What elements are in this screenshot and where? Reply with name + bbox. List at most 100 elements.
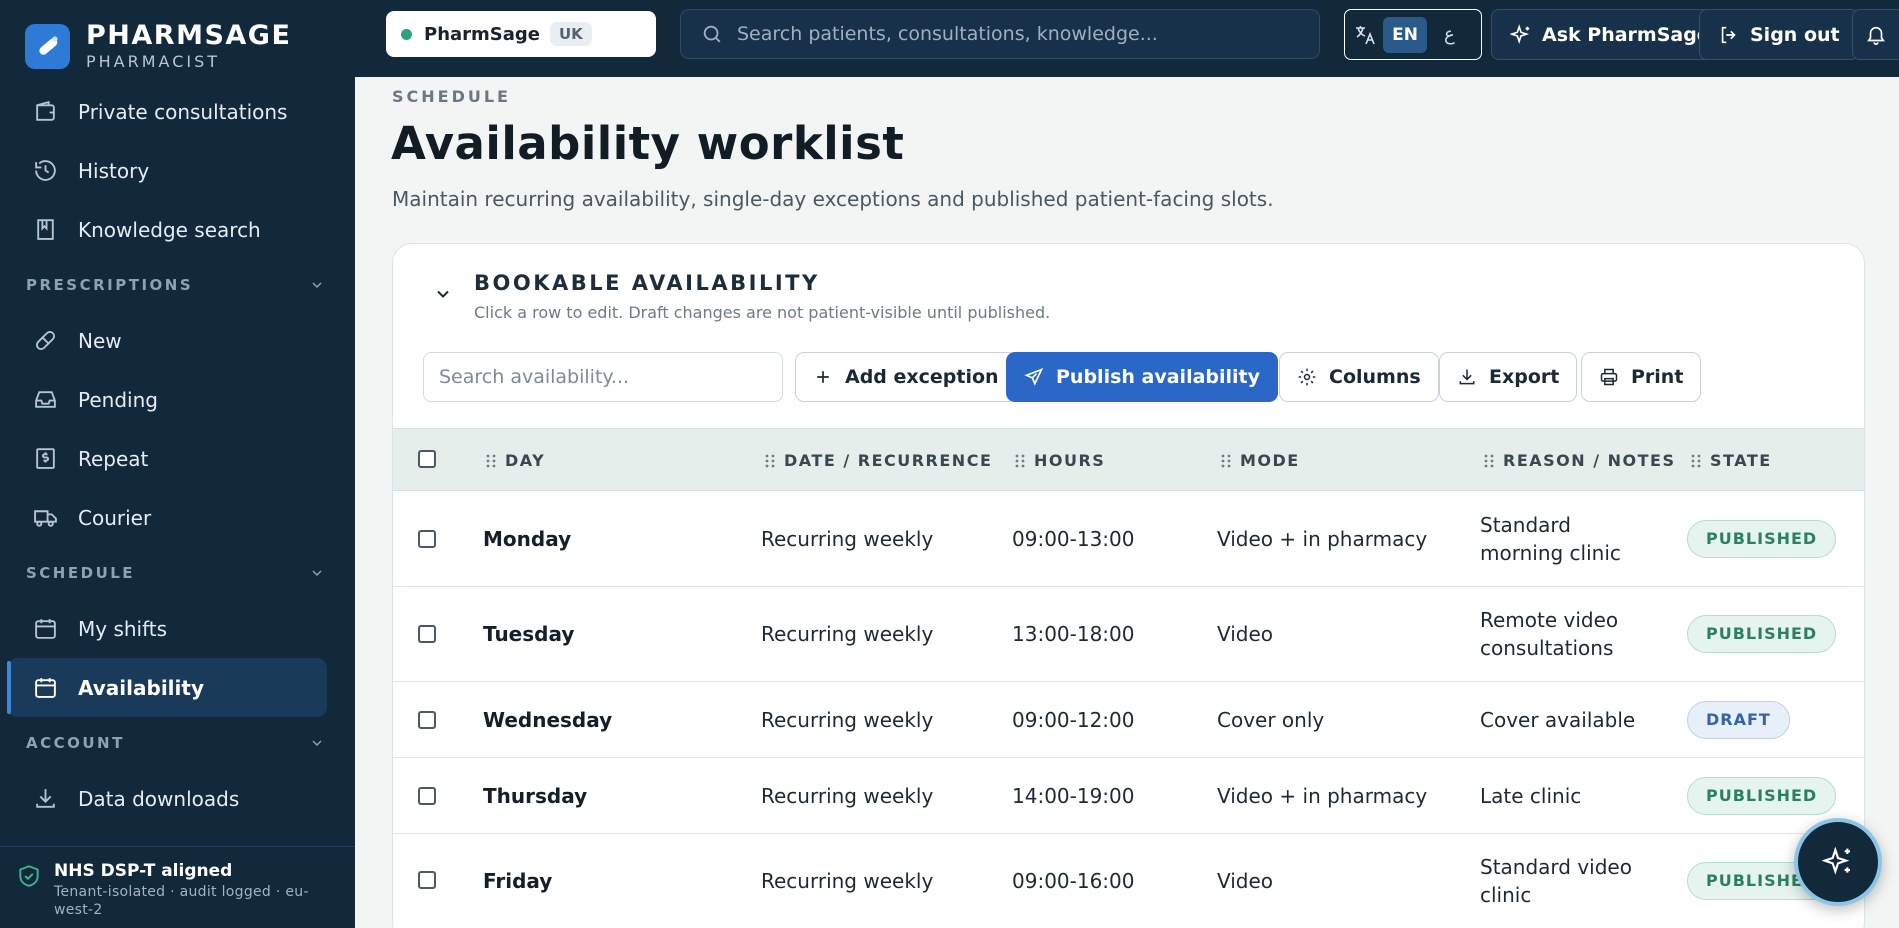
- ask-pharmsage-button[interactable]: Ask PharmSage: [1491, 9, 1729, 60]
- column-header-notes[interactable]: REASON / NOTES: [1483, 429, 1676, 492]
- cell-day: Monday: [483, 526, 572, 551]
- section-prescriptions[interactable]: PRESCRIPTIONS: [0, 259, 355, 311]
- cell-hours: 09:00-13:00: [1012, 526, 1135, 551]
- drag-handle-icon[interactable]: [764, 454, 776, 468]
- sidebar-item-courier[interactable]: Courier: [0, 488, 355, 547]
- sidebar-item-availability[interactable]: Availability: [7, 658, 327, 717]
- topbar: PharmSage UK Search patients, consultati…: [355, 0, 1899, 77]
- sidebar-item-repeat[interactable]: Repeat: [0, 429, 355, 488]
- status-badge: PUBLISHED: [1687, 776, 1837, 815]
- sidebar-item-pending[interactable]: Pending: [0, 370, 355, 429]
- column-header-mode[interactable]: MODE: [1220, 429, 1300, 492]
- sidebar-item-label: Pending: [78, 387, 158, 412]
- column-header-day[interactable]: DAY: [485, 429, 545, 492]
- chevron-down-icon: [309, 735, 325, 751]
- column-label: STATE: [1710, 451, 1772, 470]
- row-checkbox[interactable]: [418, 787, 436, 805]
- logout-icon: [1718, 24, 1740, 46]
- sign-out-button[interactable]: Sign out: [1699, 9, 1859, 60]
- pharmsage-logo-icon: [25, 23, 70, 69]
- publish-label: Publish availability: [1056, 366, 1261, 388]
- add-exception-button[interactable]: Add exception: [795, 352, 1017, 402]
- global-search-input[interactable]: Search patients, consultations, knowledg…: [680, 9, 1320, 59]
- history-icon: [33, 158, 58, 183]
- card-title: BOOKABLE AVAILABILITY: [474, 271, 820, 295]
- table-row[interactable]: Friday Recurring weekly 09:00-16:00 Vide…: [393, 834, 1864, 928]
- cell-mode: Video + in pharmacy: [1217, 783, 1428, 808]
- lang-ar-button[interactable]: ع: [1444, 24, 1455, 45]
- section-title: ACCOUNT: [26, 734, 125, 752]
- cell-mode: Cover only: [1217, 707, 1325, 732]
- print-button[interactable]: Print: [1581, 352, 1702, 402]
- sidebar-item-data-downloads[interactable]: Data downloads: [0, 769, 355, 828]
- page-eyebrow: SCHEDULE: [392, 87, 511, 106]
- brand[interactable]: PHARMSAGE PHARMACIST: [25, 20, 291, 72]
- export-button[interactable]: Export: [1439, 352, 1578, 402]
- row-checkbox[interactable]: [418, 625, 436, 643]
- cell-day: Tuesday: [483, 622, 575, 646]
- tenant-name: PharmSage: [424, 23, 540, 45]
- column-header-recurrence[interactable]: DATE / RECURRENCE: [764, 429, 992, 492]
- sidebar-item-label: Knowledge search: [78, 217, 261, 242]
- cell-mode: Video: [1217, 622, 1274, 646]
- publish-availability-button[interactable]: Publish availability: [1006, 352, 1279, 402]
- column-label: DATE / RECURRENCE: [784, 451, 993, 470]
- section-account[interactable]: ACCOUNT: [0, 717, 355, 769]
- row-checkbox[interactable]: [418, 871, 436, 889]
- notifications-button[interactable]: [1852, 9, 1899, 60]
- sidebar-item-history[interactable]: History: [0, 141, 355, 200]
- tenant-switcher[interactable]: PharmSage UK: [386, 11, 656, 57]
- status-badge: DRAFT: [1687, 700, 1790, 739]
- collapse-chevron-icon[interactable]: [433, 284, 453, 304]
- sidebar-item-private-consultations[interactable]: Private consultations: [0, 82, 355, 141]
- sidebar-item-label: My shifts: [78, 616, 168, 641]
- compliance-title: NHS DSP-T aligned: [54, 861, 233, 881]
- sign-out-label: Sign out: [1750, 23, 1840, 46]
- column-header-hours[interactable]: HOURS: [1014, 429, 1105, 492]
- drag-handle-icon[interactable]: [1014, 454, 1026, 468]
- row-checkbox[interactable]: [418, 530, 436, 548]
- ai-assistant-fab[interactable]: [1794, 818, 1882, 906]
- table-header: DAY DATE / RECURRENCE HOURS MODE REASON …: [393, 428, 1864, 492]
- drag-handle-icon[interactable]: [485, 454, 497, 468]
- cell-notes: Remote video consultations: [1480, 608, 1619, 660]
- cell-state: PUBLISHED: [1687, 758, 1837, 833]
- column-header-state[interactable]: STATE: [1690, 429, 1772, 492]
- plus-icon: [813, 367, 833, 387]
- send-icon: [1024, 367, 1044, 387]
- cell-hours: 13:00-18:00: [1012, 622, 1135, 646]
- cell-state: DRAFT: [1687, 682, 1790, 757]
- cell-notes: Standard video clinic: [1480, 855, 1632, 907]
- table-row[interactable]: Tuesday Recurring weekly 13:00-18:00 Vid…: [393, 587, 1864, 682]
- inbox-icon: [33, 387, 58, 412]
- brand-name: PHARMSAGE: [86, 20, 292, 51]
- sidebar-item-my-shifts[interactable]: My shifts: [0, 599, 355, 658]
- availability-search-input[interactable]: [423, 352, 783, 402]
- columns-button[interactable]: Columns: [1279, 352, 1439, 402]
- table-row[interactable]: Thursday Recurring weekly 14:00-19:00 Vi…: [393, 758, 1864, 834]
- cell-state: PUBLISHED: [1687, 587, 1837, 681]
- cell-recurrence: Recurring weekly: [761, 783, 934, 808]
- drag-handle-icon[interactable]: [1220, 454, 1232, 468]
- chevron-down-icon: [309, 277, 325, 293]
- status-badge: PUBLISHED: [1687, 519, 1837, 558]
- export-label: Export: [1489, 366, 1560, 388]
- sparkle-icon: [1822, 846, 1854, 878]
- cell-recurrence: Recurring weekly: [761, 707, 934, 732]
- select-all-checkbox[interactable]: [418, 450, 436, 468]
- section-schedule[interactable]: SCHEDULE: [0, 547, 355, 599]
- table-row[interactable]: Wednesday Recurring weekly 09:00-12:00 C…: [393, 682, 1864, 758]
- row-checkbox[interactable]: [418, 711, 436, 729]
- book-icon: [33, 217, 58, 242]
- sidebar-item-new[interactable]: New: [0, 311, 355, 370]
- global-search-placeholder: Search patients, consultations, knowledg…: [737, 23, 1158, 45]
- sidebar-item-knowledge-search[interactable]: Knowledge search: [0, 200, 355, 259]
- drag-handle-icon[interactable]: [1690, 454, 1702, 468]
- column-label: DAY: [505, 451, 546, 470]
- sidebar-item-label: Data downloads: [78, 786, 240, 811]
- table-row[interactable]: Monday Recurring weekly 09:00-13:00 Vide…: [393, 491, 1864, 587]
- bell-icon: [1865, 24, 1887, 46]
- drag-handle-icon[interactable]: [1483, 454, 1495, 468]
- lang-en-button[interactable]: EN: [1383, 16, 1427, 53]
- brand-role: PHARMACIST: [86, 52, 221, 71]
